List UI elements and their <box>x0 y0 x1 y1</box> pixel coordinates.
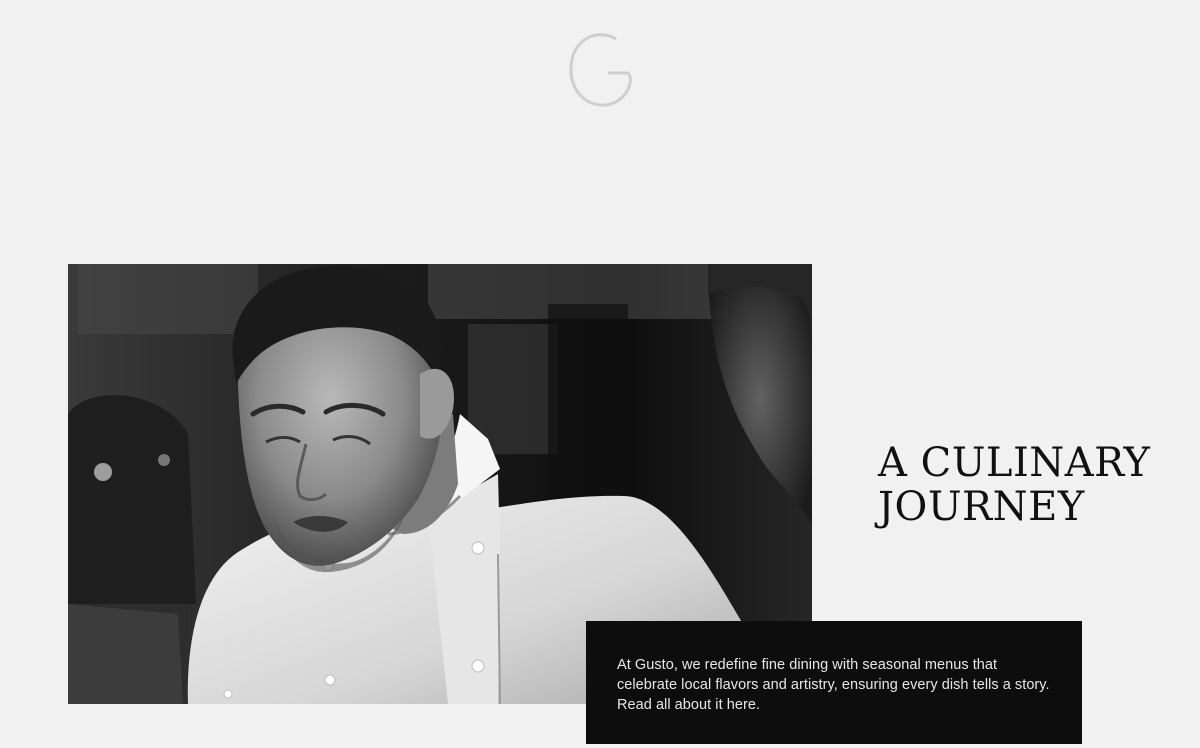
story-text-line-2: celebrate local flavors and artistry, en… <box>617 677 1050 693</box>
headline-line-1: A Culinary <box>878 440 1151 486</box>
story-text: At Gusto, we redefine fine dining with s… <box>617 655 1054 715</box>
read-more-link[interactable]: Read all about it here. <box>617 697 760 713</box>
gusto-g-logo-icon <box>569 33 632 107</box>
story-card: At Gusto, we redefine fine dining with s… <box>586 621 1082 744</box>
logo[interactable] <box>562 30 638 112</box>
section-headline: A Culinary Journey <box>878 441 1178 529</box>
headline-line-2: Journey <box>878 484 1085 530</box>
story-text-line-1: At Gusto, we redefine fine dining with s… <box>617 657 998 673</box>
